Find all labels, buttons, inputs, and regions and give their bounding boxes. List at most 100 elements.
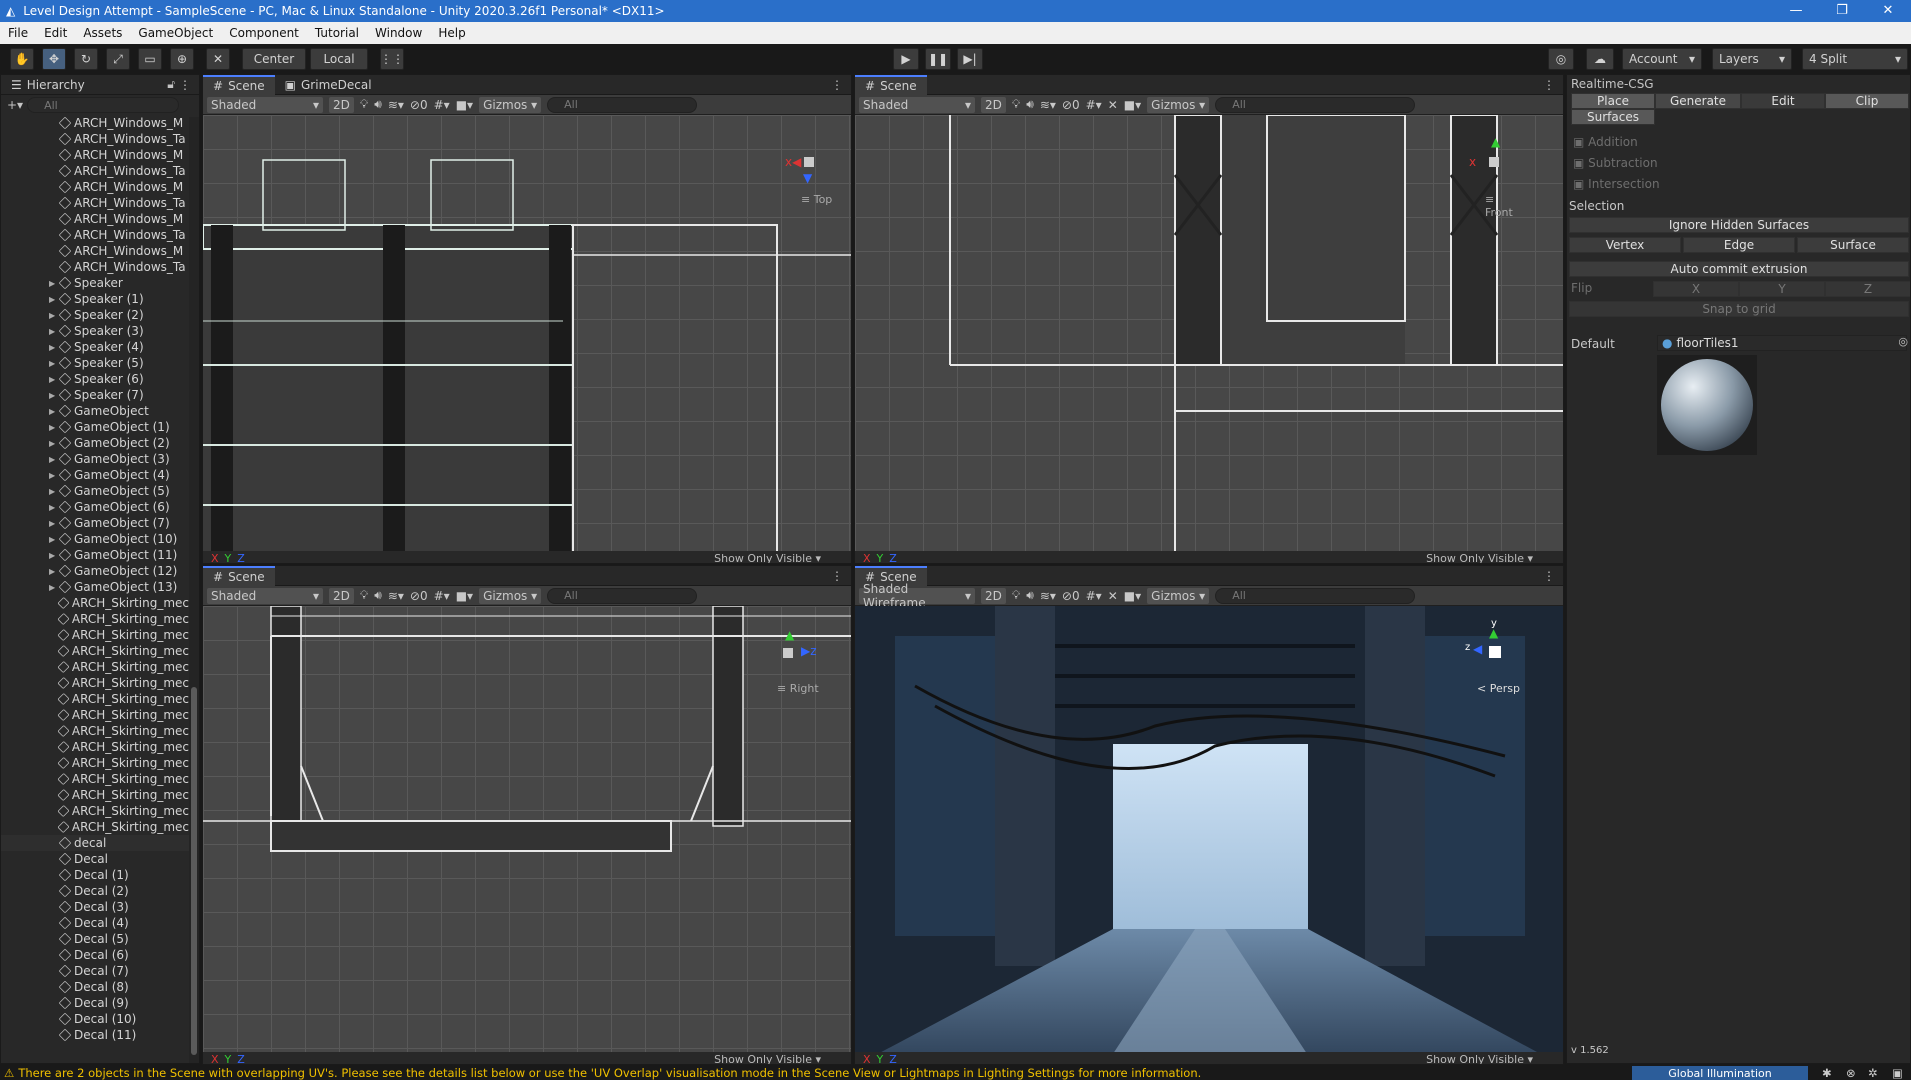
cache-icon[interactable]: ⊗ (1846, 1066, 1856, 1080)
hierarchy-item[interactable]: ARCH_Skirting_mec (1, 803, 189, 819)
hierarchy-item[interactable]: ▶ GameObject (5) (1, 483, 189, 499)
hierarchy-item[interactable]: Decal (7) (1, 963, 189, 979)
2d-toggle[interactable]: 2D (329, 587, 354, 604)
axis-gizmo[interactable]: ▲ x ≡ Front (1465, 135, 1525, 219)
camera-icon[interactable]: ■▾ (1124, 98, 1141, 112)
menu-file[interactable]: File (0, 26, 36, 40)
add-icon[interactable]: +▾ (7, 98, 23, 112)
hierarchy-item[interactable]: ARCH_Windows_M (1, 211, 189, 227)
camera-icon[interactable]: ■▾ (1124, 589, 1141, 603)
expand-arrow-icon[interactable]: ▶ (49, 375, 59, 384)
expand-arrow-icon[interactable]: ▶ (49, 423, 59, 432)
hierarchy-item[interactable]: ARCH_Skirting_mec (1, 739, 189, 755)
account-dropdown[interactable]: Account ▾ (1622, 48, 1702, 70)
gizmos-dropdown[interactable]: Gizmos ▾ (1147, 587, 1210, 604)
csg-tab-edit[interactable]: Edit (1741, 93, 1825, 109)
hierarchy-item[interactable]: ▶ Speaker (2) (1, 307, 189, 323)
pivot-local-button[interactable]: Local (310, 48, 368, 70)
hierarchy-item[interactable]: Decal (5) (1, 931, 189, 947)
y-axis-icon[interactable]: ▲ (1491, 135, 1500, 149)
2d-toggle[interactable]: 2D (329, 96, 354, 113)
tools-icon[interactable]: ✕ (1108, 98, 1118, 112)
hierarchy-item[interactable]: ▶ GameObject (11) (1, 547, 189, 563)
hierarchy-item[interactable]: ARCH_Skirting_mec (1, 611, 189, 627)
light-icon[interactable]: 💡︎ (1012, 588, 1020, 603)
expand-arrow-icon[interactable]: ▶ (49, 359, 59, 368)
x-axis-icon[interactable]: X (211, 1053, 219, 1065)
y-axis-icon[interactable]: Y (225, 1053, 232, 1065)
grid-icon[interactable]: #▾ (434, 589, 450, 603)
audio-icon[interactable]: 🔊︎ (374, 588, 382, 603)
lock-icon[interactable]: ▣ (1892, 1066, 1903, 1080)
hidden-count[interactable]: ⊘0 (410, 98, 428, 112)
hierarchy-item[interactable]: ARCH_Skirting_mec (1, 659, 189, 675)
menu-tutorial[interactable]: Tutorial (307, 26, 367, 40)
scene-tab[interactable]: # Scene (855, 75, 927, 95)
collab-icon[interactable]: ◎ (1548, 48, 1574, 70)
expand-arrow-icon[interactable]: ▶ (49, 535, 59, 544)
hierarchy-item[interactable]: ARCH_Windows_Ta (1, 259, 189, 275)
x-axis-icon[interactable]: X (863, 552, 871, 564)
grid-icon[interactable]: #▾ (1086, 98, 1102, 112)
y-axis-icon[interactable]: Y (225, 552, 232, 564)
hierarchy-item[interactable]: Decal (9) (1, 995, 189, 1011)
light-icon[interactable]: 💡︎ (360, 588, 368, 603)
hierarchy-item[interactable]: ▶ Speaker (7) (1, 387, 189, 403)
effects-icon[interactable]: ≋▾ (1040, 98, 1056, 112)
edge-mode-button[interactable]: Edge (1683, 237, 1795, 253)
debug-icon[interactable]: ✲ (1868, 1066, 1878, 1080)
show-only-visible-dropdown[interactable]: Show Only Visible ▾ (714, 1053, 821, 1065)
vertex-mode-button[interactable]: Vertex (1569, 237, 1681, 253)
minimize-button[interactable]: — (1773, 0, 1819, 22)
hierarchy-item[interactable]: ARCH_Skirting_mec (1, 771, 189, 787)
hierarchy-item[interactable]: ▶ Speaker (6) (1, 371, 189, 387)
grid-icon[interactable]: #▾ (434, 98, 450, 112)
menu-assets[interactable]: Assets (75, 26, 130, 40)
grid-snap-icon[interactable]: ⋮⋮ (380, 48, 404, 70)
menu-help[interactable]: Help (430, 26, 473, 40)
scene-search-input[interactable]: All (1215, 96, 1416, 113)
hierarchy-item[interactable]: ARCH_Skirting_mec (1, 819, 189, 835)
step-button[interactable]: ▶| (957, 48, 983, 70)
z-axis-icon[interactable]: ◀ (1473, 642, 1482, 656)
expand-arrow-icon[interactable]: ▶ (49, 567, 59, 576)
hierarchy-item[interactable]: ARCH_Windows_Ta (1, 131, 189, 147)
hierarchy-item[interactable]: Decal (2) (1, 883, 189, 899)
auto-commit-extrusion-button[interactable]: Auto commit extrusion (1569, 261, 1909, 277)
flip-y-button[interactable]: Y (1739, 281, 1825, 297)
layers-dropdown[interactable]: Layers ▾ (1712, 48, 1792, 70)
hierarchy-item[interactable]: ARCH_Skirting_mec (1, 787, 189, 803)
expand-arrow-icon[interactable]: ▶ (49, 311, 59, 320)
2d-toggle[interactable]: 2D (981, 587, 1006, 604)
z-axis-icon[interactable]: ▶z (801, 644, 817, 658)
csg-tab-generate[interactable]: Generate (1655, 93, 1741, 109)
snap-to-grid-button[interactable]: Snap to grid (1569, 301, 1909, 317)
hierarchy-item[interactable]: ▶ Speaker (3) (1, 323, 189, 339)
more-icon[interactable]: ⋮ (1543, 78, 1555, 92)
ignore-hidden-surfaces-button[interactable]: Ignore Hidden Surfaces (1569, 217, 1909, 233)
gizmos-dropdown[interactable]: Gizmos ▾ (479, 587, 542, 604)
csg-tab-clip[interactable]: Clip (1825, 93, 1909, 109)
csg-op-subtraction[interactable]: ▣ Subtraction (1573, 156, 1658, 170)
cloud-icon[interactable]: ☁ (1586, 48, 1614, 70)
hierarchy-item[interactable]: ARCH_Skirting_mec (1, 691, 189, 707)
scrollbar-thumb[interactable] (191, 687, 197, 1055)
expand-arrow-icon[interactable]: ▶ (49, 583, 59, 592)
z-axis-icon[interactable]: Z (889, 552, 897, 564)
scene-viewport-top[interactable]: x◀ ▼ ≡ Top X Y Z Show Only Visible ▾ (203, 115, 851, 564)
x-axis-icon[interactable]: x◀ (785, 155, 801, 169)
hierarchy-item[interactable]: ARCH_Windows_Ta (1, 227, 189, 243)
hierarchy-item[interactable]: ▶ GameObject (6) (1, 499, 189, 515)
hierarchy-item[interactable]: ARCH_Windows_M (1, 179, 189, 195)
z-axis-icon[interactable]: Z (237, 1053, 245, 1065)
hierarchy-item[interactable]: Decal (4) (1, 915, 189, 931)
expand-arrow-icon[interactable]: ▶ (49, 519, 59, 528)
hierarchy-tab[interactable]: ☰ Hierarchy (1, 75, 95, 95)
more-icon[interactable]: ⋮ (831, 569, 843, 583)
audio-icon[interactable]: 🔊︎ (1026, 588, 1034, 603)
custom-tool-icon[interactable]: ✕ (206, 48, 230, 70)
rotate-tool-icon[interactable]: ↻ (74, 48, 98, 70)
csg-tab-surfaces[interactable]: Surfaces (1571, 109, 1655, 125)
hierarchy-item[interactable]: Decal (3) (1, 899, 189, 915)
z-axis-icon[interactable]: Z (889, 1053, 897, 1065)
